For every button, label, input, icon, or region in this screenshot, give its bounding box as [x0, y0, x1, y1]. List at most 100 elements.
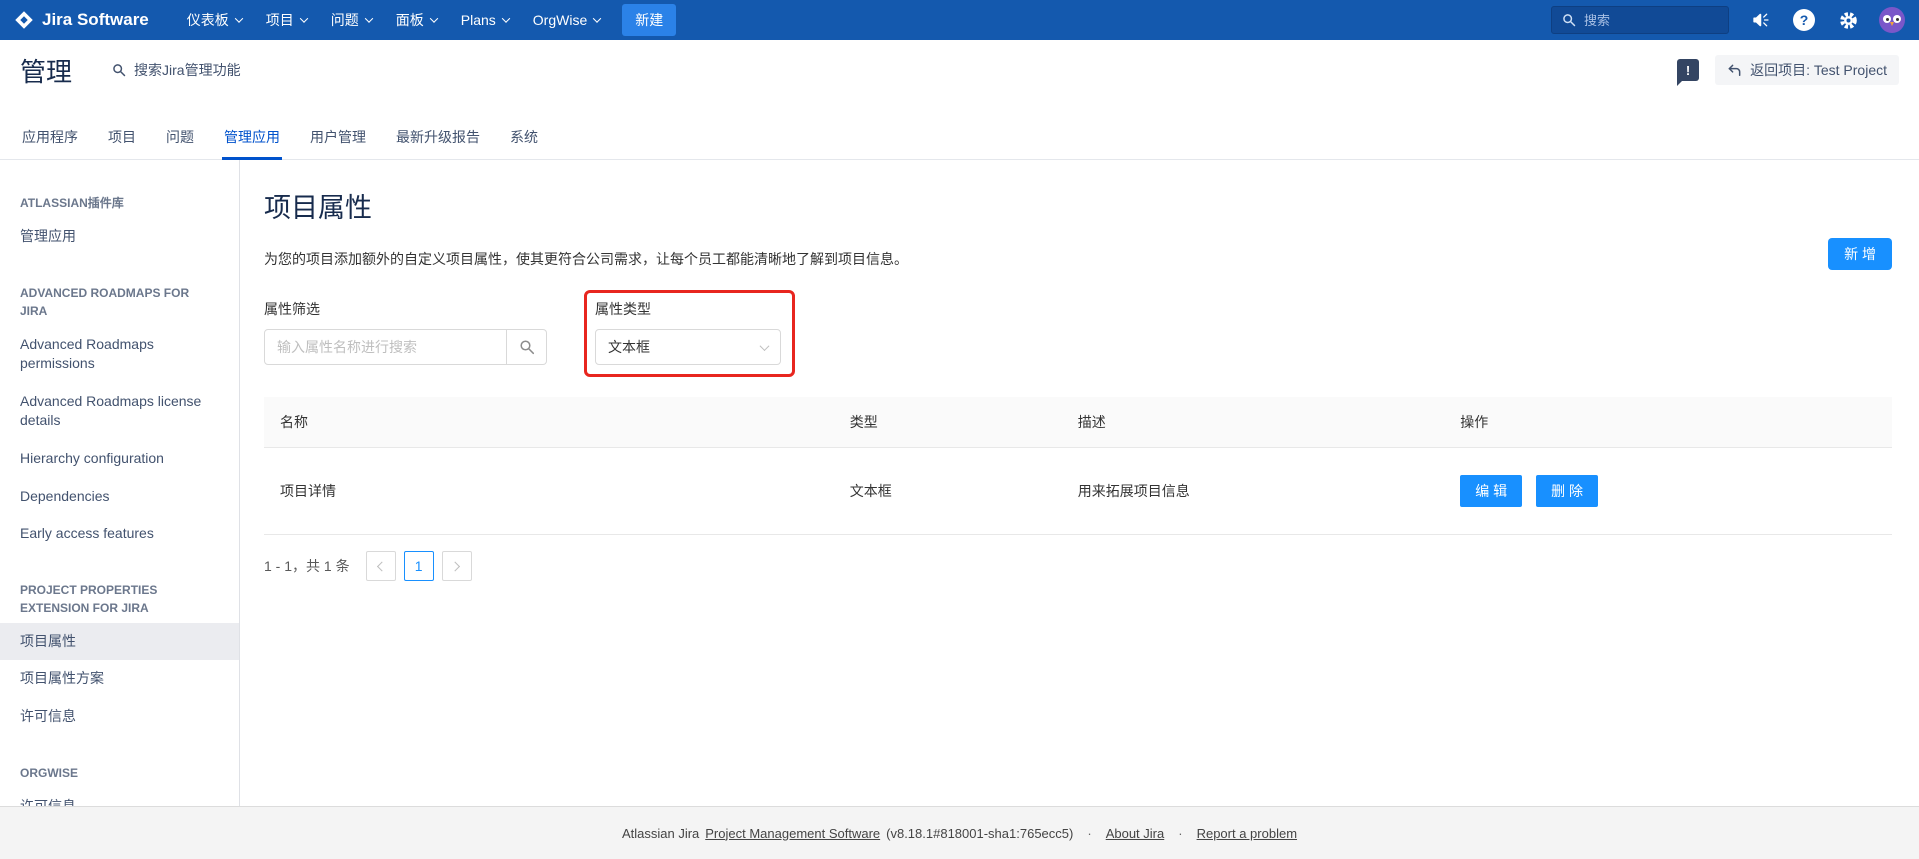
property-type-value: 文本框	[608, 337, 650, 357]
sidebar-item-manage-apps[interactable]: 管理应用	[0, 218, 239, 256]
column-type: 类型	[834, 397, 1062, 448]
footer-separator: ·	[1178, 826, 1182, 841]
table-row: 项目详情 文本框 用来拓展项目信息 编 辑 删 除	[264, 448, 1892, 535]
page-footer: Atlassian Jira Project Management Softwa…	[0, 806, 1919, 859]
help-icon[interactable]: ?	[1791, 7, 1817, 33]
megaphone-icon[interactable]	[1747, 7, 1773, 33]
delete-button[interactable]: 删 除	[1536, 475, 1598, 507]
chevron-down-icon	[365, 14, 373, 22]
admin-search[interactable]	[112, 62, 354, 78]
back-to-project-button[interactable]: 返回项目: Test Project	[1715, 55, 1899, 85]
tab-system[interactable]: 系统	[508, 127, 540, 160]
chevron-down-icon	[235, 14, 243, 22]
pagination: 1 - 1，共 1 条 1	[264, 551, 1892, 581]
sidebar-item-ar-permissions[interactable]: Advanced Roadmaps permissions	[0, 326, 239, 383]
back-arrow-icon	[1727, 63, 1742, 78]
tab-applications[interactable]: 应用程序	[20, 127, 80, 160]
page-description: 为您的项目添加额外的自定义项目属性，使其更符合公司需求，让每个员工都能清晰地了解…	[264, 249, 1892, 269]
tab-issues[interactable]: 问题	[164, 127, 196, 160]
brand-title: Jira Software	[42, 10, 149, 30]
menu-boards[interactable]: 面板	[384, 0, 449, 40]
navbar-right: ?	[1551, 6, 1905, 34]
tab-latest-upgrade-report[interactable]: 最新升级报告	[394, 127, 482, 160]
footer-software-link[interactable]: Project Management Software	[705, 826, 880, 841]
menu-projects[interactable]: 项目	[254, 0, 319, 40]
jira-logo-icon	[14, 10, 34, 30]
admin-title: 管理	[20, 52, 72, 89]
footer-version: (v8.18.1#818001-sha1:765ecc5)	[886, 826, 1073, 841]
filter-row: 属性筛选 属性类型 文本框	[264, 299, 1892, 365]
main-content: 项目属性 新 增 为您的项目添加额外的自定义项目属性，使其更符合公司需求，让每个…	[240, 160, 1919, 806]
tab-manage-apps[interactable]: 管理应用	[222, 127, 282, 160]
footer-report-link[interactable]: Report a problem	[1197, 826, 1297, 841]
page-title: 项目属性	[264, 186, 1892, 225]
table-header-row: 名称 类型 描述 操作	[264, 397, 1892, 448]
chevron-right-icon	[450, 561, 460, 571]
name-filter-label: 属性筛选	[264, 299, 547, 319]
sidebar-section-project-properties: PROJECT PROPERTIES EXTENSION FOR JIRA	[0, 569, 239, 623]
type-filter-group: 属性类型 文本框	[595, 299, 781, 365]
sidebar-item-ar-license-details[interactable]: Advanced Roadmaps license details	[0, 383, 239, 440]
sidebar-item-project-property-schemes[interactable]: 项目属性方案	[0, 660, 239, 698]
jira-logo[interactable]: Jira Software	[14, 10, 149, 30]
add-property-button[interactable]: 新 增	[1828, 238, 1892, 270]
chevron-left-icon	[377, 561, 387, 571]
sidebar-section-atlassian-marketplace: ATLASSIAN插件库	[0, 182, 239, 218]
sidebar-item-orgwise-license-info[interactable]: 许可信息	[0, 788, 239, 806]
global-search-input[interactable]	[1584, 13, 1714, 28]
type-filter-label: 属性类型	[595, 299, 781, 319]
pagination-summary: 1 - 1，共 1 条	[264, 556, 350, 576]
cell-actions: 编 辑 删 除	[1444, 448, 1892, 535]
sidebar-item-dependencies[interactable]: Dependencies	[0, 478, 239, 516]
properties-table: 名称 类型 描述 操作 项目详情 文本框 用来拓展项目信息 编 辑 删 除	[264, 397, 1892, 535]
cell-name: 项目详情	[264, 448, 834, 535]
pagination-next-button[interactable]	[442, 551, 472, 581]
pagination-page-1-button[interactable]: 1	[404, 551, 434, 581]
main-menu: 仪表板 项目 问题 面板 Plans OrgWise	[175, 0, 612, 40]
menu-dashboards[interactable]: 仪表板	[175, 0, 254, 40]
search-icon	[519, 339, 535, 355]
sidebar-item-project-properties[interactable]: 项目属性	[0, 623, 239, 661]
cell-description: 用来拓展项目信息	[1062, 448, 1445, 535]
cell-type: 文本框	[834, 448, 1062, 535]
top-navbar: Jira Software 仪表板 项目 问题 面板 Plans OrgWise…	[0, 0, 1919, 40]
gear-icon[interactable]	[1835, 7, 1861, 33]
chevron-down-icon	[760, 341, 770, 351]
column-name: 名称	[264, 397, 834, 448]
menu-orgwise[interactable]: OrgWise	[521, 0, 612, 40]
global-search[interactable]	[1551, 6, 1729, 34]
admin-header: 管理 ! 返回项目: Test Project	[0, 40, 1919, 100]
edit-button[interactable]: 编 辑	[1460, 475, 1522, 507]
tab-user-management[interactable]: 用户管理	[308, 127, 368, 160]
search-icon	[112, 63, 126, 77]
search-submit-button[interactable]	[507, 329, 547, 365]
property-name-search-input[interactable]	[264, 329, 507, 365]
footer-prefix: Atlassian Jira	[622, 826, 699, 841]
admin-sidebar: ATLASSIAN插件库 管理应用 ADVANCED ROADMAPS FOR …	[0, 160, 240, 806]
property-type-select[interactable]: 文本框	[595, 329, 781, 365]
feedback-icon[interactable]: !	[1677, 59, 1699, 81]
sidebar-item-early-access-features[interactable]: Early access features	[0, 515, 239, 553]
name-filter-group: 属性筛选	[264, 299, 547, 365]
chevron-down-icon	[430, 14, 438, 22]
column-description: 描述	[1062, 397, 1445, 448]
menu-plans[interactable]: Plans	[449, 0, 521, 40]
tab-projects[interactable]: 项目	[106, 127, 138, 160]
chevron-down-icon	[593, 14, 601, 22]
sidebar-item-hierarchy-configuration[interactable]: Hierarchy configuration	[0, 440, 239, 478]
footer-about-link[interactable]: About Jira	[1106, 826, 1165, 841]
sidebar-section-orgwise: ORGWISE	[0, 752, 239, 788]
user-avatar[interactable]	[1879, 7, 1905, 33]
admin-tabs: 应用程序 项目 问题 管理应用 用户管理 最新升级报告 系统	[0, 100, 1919, 160]
sidebar-item-license-info[interactable]: 许可信息	[0, 698, 239, 736]
admin-search-input[interactable]	[134, 62, 354, 78]
pagination-prev-button[interactable]	[366, 551, 396, 581]
column-actions: 操作	[1444, 397, 1892, 448]
chevron-down-icon	[300, 14, 308, 22]
create-button[interactable]: 新建	[622, 4, 676, 36]
chevron-down-icon	[502, 14, 510, 22]
sidebar-section-advanced-roadmaps: ADVANCED ROADMAPS FOR JIRA	[0, 272, 239, 326]
search-icon	[1562, 13, 1576, 27]
menu-issues[interactable]: 问题	[319, 0, 384, 40]
footer-separator: ·	[1087, 826, 1091, 841]
